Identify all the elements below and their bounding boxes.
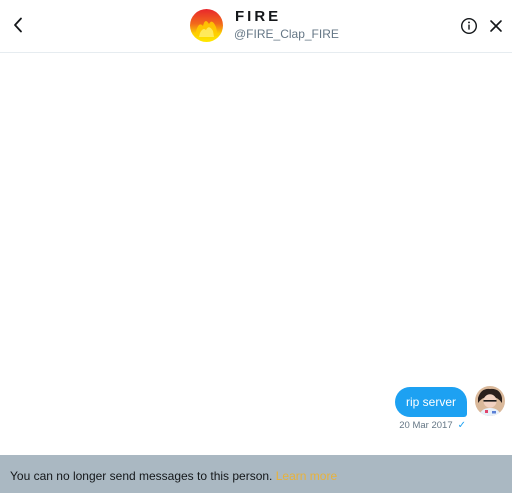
sender-avatar[interactable] bbox=[475, 386, 505, 416]
conversation-header: FIRE @FIRE_Clap_FIRE bbox=[0, 0, 512, 53]
message-list: rip server 20 Mar 2017 ✓ bbox=[0, 54, 512, 454]
contact-avatar[interactable] bbox=[190, 9, 223, 42]
chevron-left-icon bbox=[14, 17, 22, 33]
info-icon bbox=[460, 17, 478, 35]
info-button[interactable] bbox=[460, 17, 478, 35]
close-icon bbox=[490, 20, 502, 32]
contact-handle: @FIRE_Clap_FIRE bbox=[234, 27, 339, 41]
close-button[interactable] bbox=[488, 18, 504, 34]
contact-display-name: FIRE bbox=[235, 8, 282, 25]
blocked-notice-text: You can no longer send messages to this … bbox=[10, 469, 273, 483]
learn-more-link[interactable]: Learn more bbox=[276, 469, 337, 483]
message-meta: 20 Mar 2017 ✓ bbox=[399, 420, 466, 431]
message-timestamp: 20 Mar 2017 bbox=[399, 420, 453, 431]
checkmark-icon: ✓ bbox=[457, 420, 466, 431]
back-button[interactable] bbox=[8, 14, 28, 36]
message-bubble[interactable]: rip server bbox=[394, 387, 467, 417]
blocked-notice: You can no longer send messages to this … bbox=[0, 455, 512, 493]
